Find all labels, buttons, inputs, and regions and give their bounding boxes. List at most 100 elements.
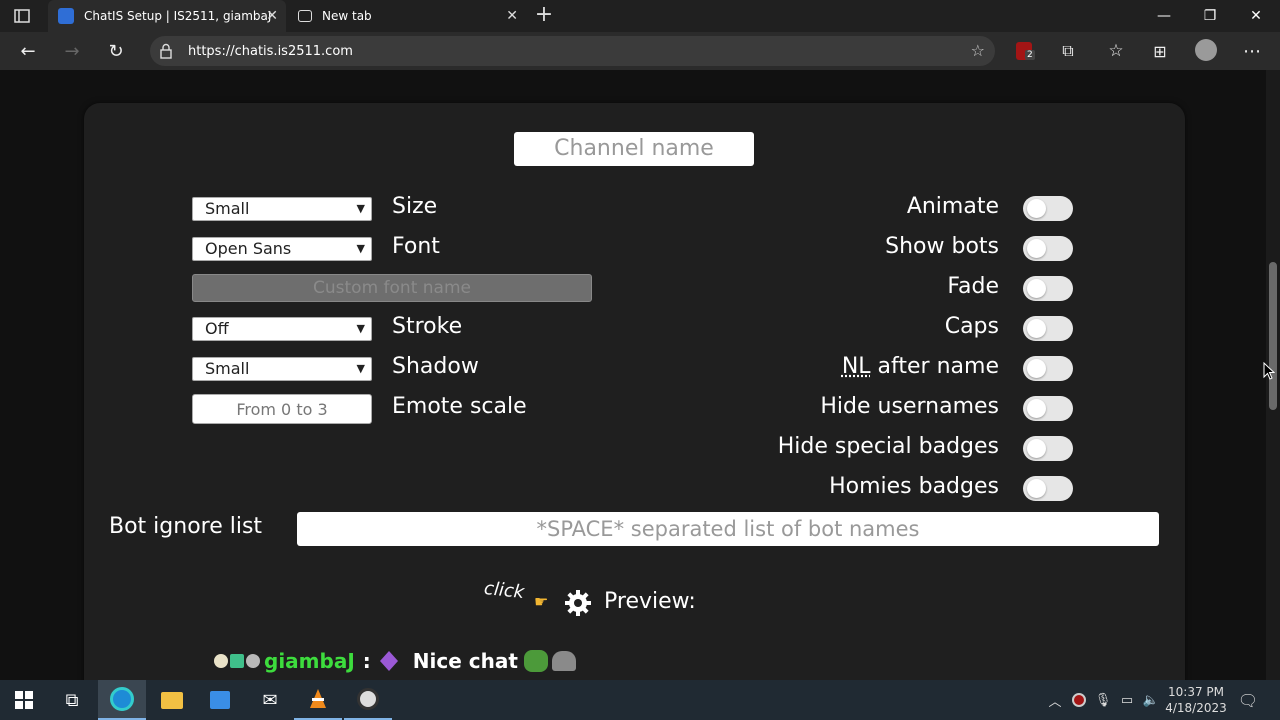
toggle-knob bbox=[1027, 239, 1046, 258]
settings-card: Channel name Small ▼ Size Open Sans ▼ Font… bbox=[84, 103, 1185, 680]
address-bar[interactable]: https://chatis.is2511.com ☆ bbox=[150, 36, 995, 66]
scrollbar-thumb[interactable] bbox=[1269, 262, 1277, 410]
nl-label-rest: after name bbox=[870, 354, 999, 379]
hide-usernames-label: Hide usernames bbox=[820, 394, 999, 419]
show-bots-label: Show bots bbox=[885, 234, 999, 259]
toggle-knob bbox=[1027, 439, 1046, 458]
hide-usernames-toggle[interactable] bbox=[1023, 396, 1073, 421]
font-label: Font bbox=[392, 234, 440, 259]
edge-icon[interactable] bbox=[98, 680, 146, 720]
minimize-icon[interactable]: — bbox=[1141, 0, 1187, 32]
custom-font-button[interactable]: Custom font name bbox=[192, 274, 592, 302]
preview-label: Preview: bbox=[604, 589, 696, 614]
lock-icon[interactable] bbox=[160, 43, 172, 59]
notifications-icon[interactable]: 🗨 bbox=[1236, 680, 1260, 720]
animate-toggle[interactable] bbox=[1023, 196, 1073, 221]
emote-scale-input[interactable]: From 0 to 3 bbox=[192, 394, 372, 424]
caps-toggle[interactable] bbox=[1023, 316, 1073, 341]
toggle-knob bbox=[1027, 359, 1046, 378]
back-icon[interactable]: ← bbox=[10, 32, 46, 70]
size-label: Size bbox=[392, 194, 438, 219]
clock-time: 10:37 PM bbox=[1168, 685, 1224, 699]
tab-new-tab[interactable]: New tab ✕ bbox=[288, 0, 526, 32]
tray-overflow-icon[interactable]: ︿ bbox=[1046, 680, 1064, 720]
more-menu-icon[interactable]: ⋯ bbox=[1234, 32, 1270, 70]
new-tab-favicon-icon bbox=[298, 10, 312, 22]
close-window-icon[interactable]: ✕ bbox=[1233, 0, 1279, 32]
stroke-label: Stroke bbox=[392, 314, 463, 339]
add-favorite-icon[interactable]: ☆ bbox=[971, 41, 985, 60]
microphone-icon[interactable]: 🎙 bbox=[1094, 680, 1112, 720]
size-select-value: Small bbox=[205, 199, 250, 218]
font-select-value: Open Sans bbox=[205, 239, 292, 258]
badge-icon bbox=[246, 654, 260, 668]
ublock-extension-icon[interactable]: 2 bbox=[1016, 42, 1035, 60]
forward-icon[interactable]: → bbox=[54, 32, 90, 70]
shadow-select[interactable]: Small ▼ bbox=[192, 357, 372, 381]
bot-ignore-label: Bot ignore list bbox=[109, 514, 263, 539]
clock[interactable]: 10:37 PM 4/18/2023 bbox=[1164, 680, 1228, 720]
mail-icon[interactable]: ✉ bbox=[246, 680, 294, 720]
fade-label: Fade bbox=[947, 274, 999, 299]
refresh-icon[interactable]: ↻ bbox=[98, 32, 134, 70]
caps-label: Caps bbox=[944, 314, 999, 339]
toggle-knob bbox=[1027, 279, 1046, 298]
gear-icon[interactable] bbox=[564, 589, 592, 617]
restore-icon[interactable]: ❐ bbox=[1187, 0, 1233, 32]
security-tray-icon[interactable] bbox=[1070, 680, 1088, 720]
fade-toggle[interactable] bbox=[1023, 276, 1073, 301]
collections-icon[interactable]: ⊞ bbox=[1142, 32, 1178, 70]
store-icon[interactable] bbox=[196, 680, 244, 720]
windows-taskbar: ⧉ ✉ ︿ 🎙 ▭ 🔈 10:37 PM 4/18/2023 🗨 bbox=[0, 680, 1280, 720]
volume-icon[interactable]: 🔈 bbox=[1142, 680, 1160, 720]
chatis-favicon-icon bbox=[58, 8, 74, 24]
mouse-cursor-icon bbox=[1263, 361, 1276, 380]
favorites-icon[interactable]: ☆ bbox=[1098, 32, 1134, 70]
new-tab-button[interactable]: + bbox=[532, 4, 556, 28]
toggle-knob bbox=[1027, 399, 1046, 418]
preview-chat-line: giambaJ : Nice chat bbox=[214, 648, 576, 674]
chevron-down-icon: ▼ bbox=[356, 202, 365, 215]
obs-icon[interactable] bbox=[344, 680, 392, 720]
extensions-icon[interactable]: ⧉ bbox=[1050, 32, 1086, 70]
vlc-icon[interactable] bbox=[294, 680, 342, 720]
network-icon[interactable]: ▭ bbox=[1118, 680, 1136, 720]
clock-date: 4/18/2023 bbox=[1165, 701, 1227, 715]
tab-chatis[interactable]: ChatIS Setup | IS2511, giambaJ ✕ bbox=[48, 0, 286, 32]
tab-actions-icon[interactable] bbox=[14, 8, 30, 24]
url-text: https://chatis.is2511.com bbox=[188, 43, 353, 59]
stroke-select[interactable]: Off ▼ bbox=[192, 317, 372, 341]
chevron-down-icon: ▼ bbox=[356, 242, 365, 255]
preview-separator: : bbox=[362, 649, 371, 673]
homies-badges-toggle[interactable] bbox=[1023, 476, 1073, 501]
profile-avatar[interactable] bbox=[1195, 39, 1217, 61]
chevron-down-icon: ▼ bbox=[356, 362, 365, 375]
close-tab-icon[interactable]: ✕ bbox=[266, 8, 278, 24]
pointing-hand-icon: ☛ bbox=[534, 592, 549, 611]
homies-badges-label: Homies badges bbox=[829, 474, 999, 499]
channel-name-input[interactable]: Channel name bbox=[514, 132, 754, 166]
close-tab-icon[interactable]: ✕ bbox=[506, 8, 518, 24]
size-select[interactable]: Small ▼ bbox=[192, 197, 372, 221]
click-hint-text: click bbox=[483, 577, 526, 604]
preview-message: Nice chat bbox=[412, 649, 518, 673]
toggle-knob bbox=[1027, 319, 1046, 338]
toggle-knob bbox=[1027, 479, 1046, 498]
font-select[interactable]: Open Sans ▼ bbox=[192, 237, 372, 261]
task-view-icon[interactable]: ⧉ bbox=[48, 680, 96, 720]
animate-label: Animate bbox=[906, 194, 999, 219]
emote-icon bbox=[523, 650, 548, 672]
hide-special-badges-toggle[interactable] bbox=[1023, 436, 1073, 461]
toggle-knob bbox=[1027, 199, 1046, 218]
start-icon[interactable] bbox=[0, 680, 48, 720]
emote-scale-label: Emote scale bbox=[392, 394, 527, 419]
nl-abbr: NL bbox=[841, 354, 871, 379]
bot-ignore-input[interactable]: *SPACE* separated list of bot names bbox=[297, 512, 1159, 546]
shadow-label: Shadow bbox=[392, 354, 479, 379]
file-explorer-icon[interactable] bbox=[148, 680, 196, 720]
nl-after-name-toggle[interactable] bbox=[1023, 356, 1073, 381]
nl-after-name-label: NL after name bbox=[842, 354, 999, 379]
show-bots-toggle[interactable] bbox=[1023, 236, 1073, 261]
page-viewport: Channel name Small ▼ Size Open Sans ▼ Font… bbox=[0, 70, 1266, 680]
preview-username: giambaJ bbox=[264, 649, 355, 673]
